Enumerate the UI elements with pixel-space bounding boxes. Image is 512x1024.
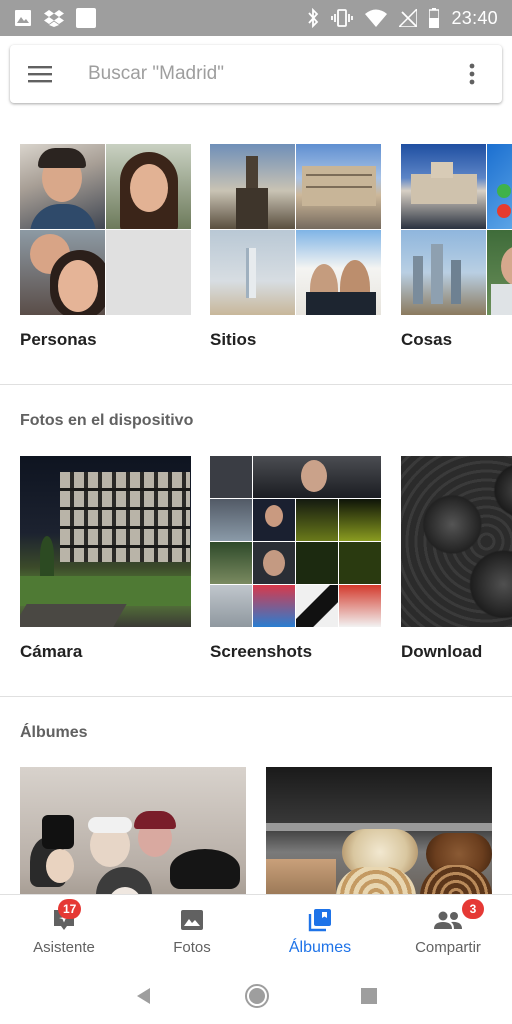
bluetooth-icon — [308, 8, 319, 28]
no-signal-icon — [399, 9, 418, 27]
explore-row: Personas Sitios Cosas — [0, 144, 512, 354]
dropbox-icon — [44, 10, 64, 27]
album-figures[interactable] — [20, 767, 246, 894]
nav-compartir[interactable]: 3 Compartir — [384, 895, 512, 968]
album-pastries[interactable] — [266, 767, 492, 894]
menu-button[interactable] — [10, 45, 70, 103]
clock: 23:40 — [451, 7, 498, 28]
back-icon[interactable] — [135, 987, 153, 1005]
download-folder[interactable]: Download — [401, 456, 512, 662]
camara-label: Cámara — [20, 642, 83, 661]
screenshot-photo — [296, 542, 338, 584]
albums-content[interactable]: Personas Sitios Cosas Fotos en el dispos… — [0, 112, 512, 894]
nav-asistente-label: Asistente — [33, 939, 95, 956]
nav-fotos-label: Fotos — [173, 939, 211, 956]
screenshot-photo — [253, 499, 295, 541]
screenshot-photo — [210, 542, 252, 584]
more-options-button[interactable] — [442, 45, 502, 103]
bottom-navigation: 17 Asistente Fotos Álbumes 3 Compartir — [0, 894, 512, 968]
nav-asistente[interactable]: 17 Asistente — [0, 895, 128, 968]
device-folders-row: Cámara Screenshots Download — [0, 456, 512, 666]
divider — [0, 384, 512, 385]
thing-photo — [401, 144, 486, 229]
system-navigation-bar — [0, 968, 512, 1024]
share-badge: 3 — [462, 899, 484, 919]
search-input[interactable] — [88, 63, 442, 85]
blank-square-icon — [76, 8, 96, 28]
screen: 23:40 Buscar "Madrid" Personas Sitios Co… — [0, 0, 512, 1024]
albums-icon — [308, 909, 331, 932]
personas-thumbnail — [20, 144, 191, 315]
cosas-card[interactable]: Cosas — [401, 144, 512, 350]
cosas-thumbnail — [401, 144, 512, 315]
sitios-thumbnail — [210, 144, 381, 315]
person-photo — [106, 144, 191, 229]
person-photo — [20, 230, 105, 315]
assistant-badge: 17 — [58, 899, 82, 919]
screenshots-label: Screenshots — [210, 642, 313, 661]
albums-section-title: Álbumes — [20, 724, 88, 741]
place-photo — [210, 230, 295, 315]
home-icon[interactable] — [244, 983, 270, 1009]
screenshot-photo — [210, 585, 252, 627]
cosas-label: Cosas — [401, 330, 453, 349]
screenshot-photo — [210, 499, 252, 541]
thing-photo — [401, 230, 486, 315]
more-vert-icon — [469, 63, 475, 85]
download-label: Download — [401, 642, 483, 661]
screenshot-photo — [339, 499, 381, 541]
status-bar: 23:40 — [0, 0, 512, 36]
divider — [0, 696, 512, 697]
screenshot-photo — [253, 542, 295, 584]
battery-icon — [429, 8, 440, 28]
personas-card[interactable]: Personas — [20, 144, 191, 350]
hamburger-icon — [28, 66, 52, 83]
screenshot-photo — [253, 456, 381, 498]
screenshot-photo — [296, 499, 338, 541]
thing-photo — [487, 230, 512, 315]
screenshots-thumbnail — [210, 456, 381, 627]
people-icon — [434, 911, 462, 929]
screenshot-photo — [339, 585, 381, 627]
nav-compartir-label: Compartir — [415, 939, 481, 956]
recents-icon[interactable] — [360, 988, 377, 1004]
image-icon — [15, 10, 31, 26]
sitios-label: Sitios — [210, 330, 257, 349]
download-thumbnail — [401, 456, 512, 627]
screenshot-photo — [210, 456, 252, 498]
personas-label: Personas — [20, 330, 97, 349]
place-photo — [296, 144, 381, 229]
camara-thumbnail — [20, 456, 191, 627]
vibrate-icon — [331, 9, 354, 27]
photo-icon — [181, 910, 203, 930]
screenshots-folder[interactable]: Screenshots — [210, 456, 381, 662]
nav-fotos[interactable]: Fotos — [128, 895, 256, 968]
screenshot-photo — [339, 542, 381, 584]
camara-folder[interactable]: Cámara — [20, 456, 191, 662]
thing-photo — [487, 144, 512, 229]
search-bar[interactable] — [10, 45, 502, 103]
nav-albumes-label: Álbumes — [288, 939, 352, 956]
screenshot-photo — [253, 585, 295, 627]
place-photo — [210, 144, 295, 229]
person-photo — [20, 144, 105, 229]
place-photo — [296, 230, 381, 315]
empty-photo-slot — [106, 230, 191, 315]
screenshot-photo — [296, 585, 338, 627]
device-section-title: Fotos en el dispositivo — [20, 412, 194, 429]
nav-albumes[interactable]: Álbumes — [256, 895, 384, 968]
wifi-icon — [365, 9, 388, 27]
sitios-card[interactable]: Sitios — [210, 144, 381, 350]
